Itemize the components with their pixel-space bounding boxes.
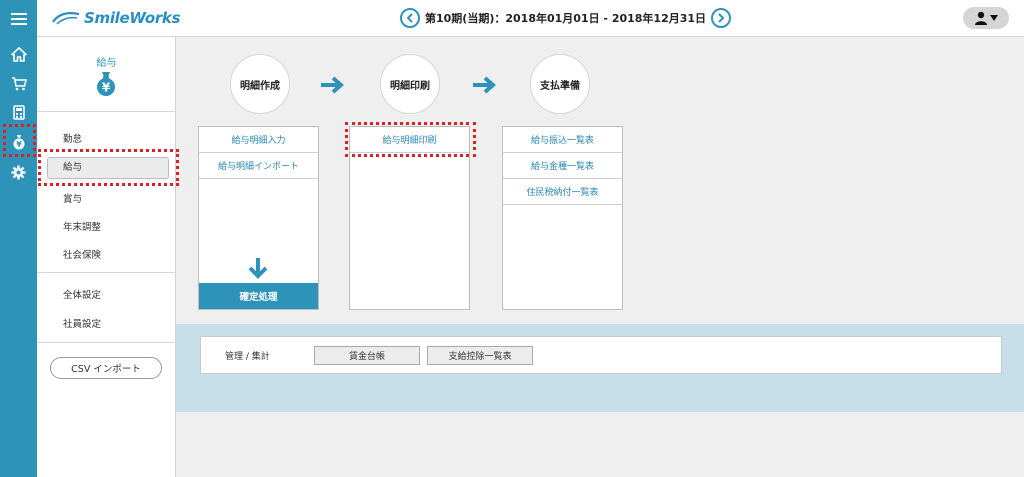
caret-down-icon	[990, 15, 998, 21]
salary-denomination-list-link[interactable]: 給与金種一覧表	[503, 153, 622, 179]
payment-deduction-list-button[interactable]: 支給控除一覧表	[427, 346, 533, 365]
wage-ledger-button[interactable]: 賃金台帳	[314, 346, 420, 365]
highlight-rail-salary-icon	[3, 124, 36, 157]
step-create-statements: 明細作成	[230, 54, 290, 114]
divider	[37, 111, 176, 112]
sub-sidebar: 給与 ¥ 勤怠 給与 賞与 年末調整 社会保険 全体設定 社員設定 CSV イン…	[37, 37, 176, 477]
highlight-sidebar-salary	[38, 149, 179, 186]
step-print-statements: 明細印刷	[380, 54, 440, 114]
sidebar-item-year-end-adjustment[interactable]: 年末調整	[63, 219, 101, 233]
cart-icon[interactable]	[0, 70, 37, 96]
salary-statement-import-link[interactable]: 給与明細インポート	[199, 153, 318, 179]
management-box: 管理 / 集計 賃金台帳 支給控除一覧表	[200, 336, 1002, 374]
highlight-print-statement	[345, 122, 476, 157]
salary-statement-entry-link[interactable]: 給与明細入力	[199, 127, 318, 153]
sidebar-item-social-insurance[interactable]: 社会保険	[63, 247, 101, 261]
sidebar-title: 給与	[96, 58, 117, 69]
icon-rail: ¥	[0, 0, 37, 477]
top-header: SmileWorks 第10期(当期)：2018年01月01日 - 2018年1…	[37, 0, 1024, 37]
app-logo[interactable]: SmileWorks	[51, 8, 181, 28]
sidebar-item-global-settings[interactable]: 全体設定	[63, 287, 101, 301]
divider	[37, 342, 176, 343]
chevron-right-icon	[718, 13, 725, 23]
csv-import-button[interactable]: CSV インポート	[50, 357, 162, 379]
logo-swoosh-icon	[52, 12, 80, 25]
resident-tax-payment-list-link[interactable]: 住民税納付一覧表	[503, 179, 622, 205]
arrow-right-icon	[472, 76, 497, 97]
management-label: 管理 / 集計	[225, 352, 270, 362]
payment-preparation-column: 給与振込一覧表 給与金種一覧表 住民税納付一覧表	[502, 126, 623, 310]
gear-icon[interactable]	[0, 159, 37, 185]
confirm-processing-button[interactable]: 確定処理	[199, 283, 318, 309]
period-selector: 第10期(当期)：2018年01月01日 - 2018年12月31日	[400, 8, 732, 28]
management-section: 管理 / 集計 賃金台帳 支給控除一覧表	[176, 324, 1024, 412]
chevron-left-icon	[406, 13, 413, 23]
next-period-button[interactable]	[711, 8, 732, 28]
arrow-down-icon	[247, 257, 269, 282]
user-icon	[975, 11, 987, 25]
sidebar-item-employee-settings[interactable]: 社員設定	[63, 316, 101, 330]
create-statements-column: 給与明細入力 給与明細インポート 確定処理	[198, 126, 319, 310]
menu-icon[interactable]	[0, 0, 37, 37]
user-menu-button[interactable]	[963, 7, 1009, 29]
arrow-right-icon	[320, 76, 345, 97]
sidebar-item-bonus[interactable]: 賞与	[63, 191, 82, 205]
step-payment-preparation: 支払準備	[530, 54, 590, 114]
calculator-icon[interactable]	[0, 99, 37, 125]
home-icon[interactable]	[0, 41, 37, 67]
period-label: 第10期(当期)：2018年01月01日 - 2018年12月31日	[425, 12, 707, 25]
previous-period-button[interactable]	[400, 8, 420, 28]
divider	[37, 272, 176, 273]
salary-transfer-list-link[interactable]: 給与振込一覧表	[503, 127, 622, 153]
sidebar-item-attendance[interactable]: 勤怠	[63, 131, 82, 145]
main-content: 明細作成 明細印刷 支払準備 給与明細入力 給与明細インポート 確定処理 給与明…	[176, 37, 1024, 477]
svg-text:¥: ¥	[102, 81, 111, 95]
money-bag-icon: ¥	[95, 71, 117, 100]
logo-text: SmileWorks	[84, 9, 181, 27]
